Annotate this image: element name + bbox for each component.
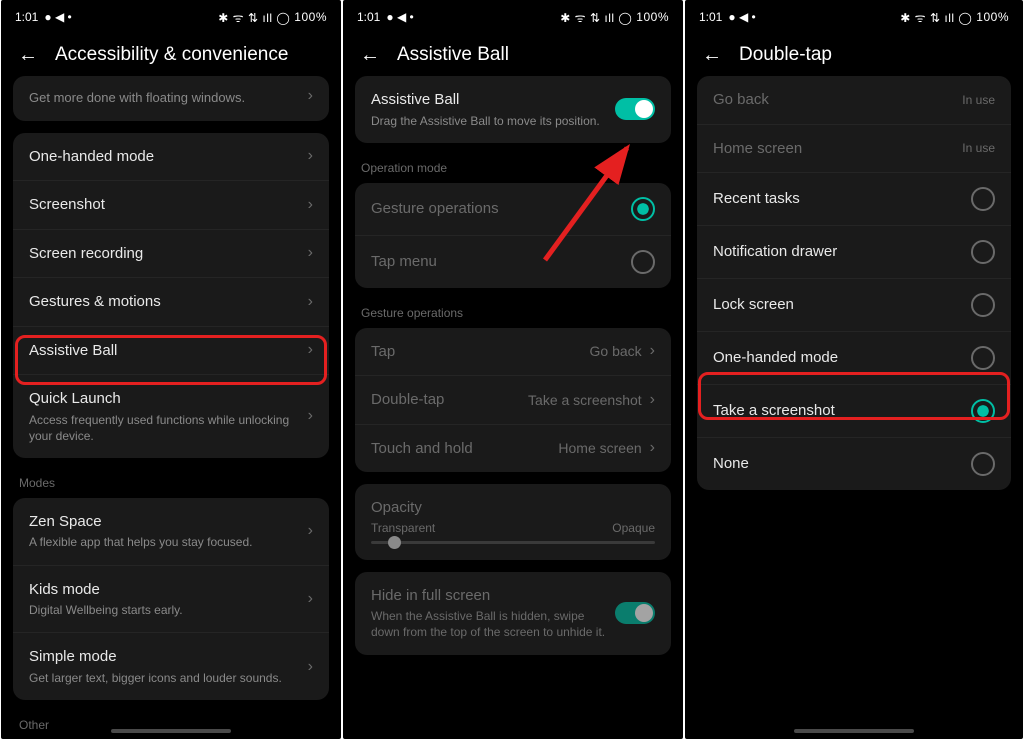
radio-icon[interactable] [631, 197, 655, 221]
status-bar: 1:01 ● ◀ • ✱ ᯤ ⇅ ıll ◯ 100% [1, 0, 341, 30]
home-indicator[interactable] [111, 729, 231, 733]
card-double-tap-options: Go backIn use Home screenIn use Recent t… [697, 76, 1011, 490]
toggle-assistive-ball[interactable] [615, 98, 655, 120]
status-battery: 100% [294, 10, 327, 24]
status-notif-icons: ● ◀ • [728, 10, 755, 24]
radio-icon[interactable] [971, 187, 995, 211]
chevron-right-icon: › [308, 293, 313, 311]
chevron-right-icon: › [650, 391, 655, 409]
status-time: 1:01 [357, 10, 380, 24]
row-touch-hold[interactable]: Touch and holdHome screen› [355, 424, 671, 473]
page-title: Accessibility & convenience [55, 44, 288, 66]
section-label-modes: Modes [13, 470, 329, 498]
row-double-tap[interactable]: Double-tapTake a screenshot› [355, 375, 671, 424]
row-lock-screen[interactable]: Lock screen [697, 278, 1011, 331]
status-bar: 1:01 ● ◀ • ✱ ᯤ ⇅ ıll ◯ 100% [343, 0, 683, 30]
row-go-back: Go backIn use [697, 76, 1011, 124]
row-none[interactable]: None [697, 437, 1011, 490]
row-zen-space[interactable]: Zen SpaceA flexible app that helps you s… [13, 498, 329, 565]
row-quick-launch[interactable]: Quick LaunchAccess frequently used funct… [13, 374, 329, 458]
slider-thumb[interactable] [388, 536, 401, 549]
row-hide-fullscreen[interactable]: Hide in full screenWhen the Assistive Ba… [355, 572, 671, 655]
status-sys-icons: ✱ ᯤ ⇅ ıll ◯ [560, 9, 632, 26]
chevron-right-icon: › [308, 590, 313, 608]
card-hide-fullscreen: Hide in full screenWhen the Assistive Ba… [355, 572, 671, 655]
row-subtitle: Get more done with floating windows. [29, 89, 300, 107]
card-assistive-toggle: Assistive BallDrag the Assistive Ball to… [355, 76, 671, 143]
row-notification-drawer[interactable]: Notification drawer [697, 225, 1011, 278]
chevron-right-icon: › [308, 87, 313, 105]
screen-double-tap: 1:01 ● ◀ • ✱ ᯤ ⇅ ıll ◯ 100% ← Double-tap G… [685, 0, 1023, 739]
status-notif-icons: ● ◀ • [44, 10, 71, 24]
status-bar: 1:01 ● ◀ • ✱ ᯤ ⇅ ıll ◯ 100% [685, 0, 1023, 30]
row-simple-mode[interactable]: Simple modeGet larger text, bigger icons… [13, 632, 329, 700]
row-gesture-operations[interactable]: Gesture operations [355, 183, 671, 235]
page-title: Assistive Ball [397, 44, 509, 66]
row-assistive-ball[interactable]: Assistive Ball› [13, 326, 329, 375]
chevron-right-icon: › [308, 407, 313, 425]
row-gestures-motions[interactable]: Gestures & motions› [13, 277, 329, 326]
header: ← Accessibility & convenience [1, 30, 341, 76]
status-notif-icons: ● ◀ • [386, 10, 413, 24]
row-assistive-ball-toggle[interactable]: Assistive BallDrag the Assistive Ball to… [355, 76, 671, 143]
back-arrow-icon[interactable]: ← [17, 44, 39, 66]
row-tap-menu[interactable]: Tap menu [355, 235, 671, 288]
card-gesture-operations: TapGo back› Double-tapTake a screenshot›… [355, 328, 671, 473]
row-one-handed-mode[interactable]: One-handed mode [697, 331, 1011, 384]
row-home-screen: Home screenIn use [697, 124, 1011, 173]
row-recent-tasks[interactable]: Recent tasks [697, 172, 1011, 225]
back-arrow-icon[interactable]: ← [701, 44, 723, 66]
row-opacity[interactable]: Opacity TransparentOpaque [355, 484, 671, 560]
card-split-screen-remnant[interactable]: Get more done with floating windows. › [13, 76, 329, 121]
toggle-hide-fullscreen[interactable] [615, 602, 655, 624]
page-title: Double-tap [739, 44, 832, 66]
screen-assistive-ball: 1:01 ● ◀ • ✱ ᯤ ⇅ ıll ◯ 100% ← Assistive Ba… [343, 0, 683, 739]
chevron-right-icon: › [308, 147, 313, 165]
chevron-right-icon: › [308, 196, 313, 214]
home-indicator[interactable] [794, 729, 914, 733]
radio-icon[interactable] [971, 293, 995, 317]
chevron-right-icon: › [650, 439, 655, 457]
status-sys-icons: ✱ ᯤ ⇅ ıll ◯ [218, 9, 290, 26]
back-arrow-icon[interactable]: ← [359, 44, 381, 66]
status-battery: 100% [976, 10, 1009, 24]
card-convenience: One-handed mode› Screenshot› Screen reco… [13, 133, 329, 458]
header: ← Assistive Ball [343, 30, 683, 76]
card-opacity: Opacity TransparentOpaque [355, 484, 671, 560]
row-screen-recording[interactable]: Screen recording› [13, 229, 329, 278]
radio-icon[interactable] [971, 452, 995, 476]
chevron-right-icon: › [308, 244, 313, 262]
header: ← Double-tap [685, 30, 1023, 76]
chevron-right-icon: › [308, 341, 313, 359]
status-sys-icons: ✱ ᯤ ⇅ ıll ◯ [900, 9, 972, 26]
section-label-gesture-operations: Gesture operations [355, 300, 671, 328]
card-modes: Zen SpaceA flexible app that helps you s… [13, 498, 329, 700]
row-screenshot[interactable]: Screenshot› [13, 180, 329, 229]
row-tap[interactable]: TapGo back› [355, 328, 671, 376]
screen-accessibility: 1:01 ● ◀ • ✱ ᯤ ⇅ ıll ◯ 100% ← Accessibilit… [1, 0, 341, 739]
opacity-slider[interactable] [371, 541, 655, 544]
section-label-other: Other [13, 712, 329, 739]
radio-icon[interactable] [631, 250, 655, 274]
status-battery: 100% [636, 10, 669, 24]
row-take-screenshot[interactable]: Take a screenshot [697, 384, 1011, 437]
radio-icon[interactable] [971, 399, 995, 423]
status-time: 1:01 [699, 10, 722, 24]
chevron-right-icon: › [308, 522, 313, 540]
status-time: 1:01 [15, 10, 38, 24]
chevron-right-icon: › [650, 342, 655, 360]
card-operation-mode: Gesture operations Tap menu [355, 183, 671, 288]
chevron-right-icon: › [308, 658, 313, 676]
row-kids-mode[interactable]: Kids modeDigital Wellbeing starts early.… [13, 565, 329, 633]
row-one-handed-mode[interactable]: One-handed mode› [13, 133, 329, 181]
radio-icon[interactable] [971, 346, 995, 370]
radio-icon[interactable] [971, 240, 995, 264]
section-label-operation-mode: Operation mode [355, 155, 671, 183]
